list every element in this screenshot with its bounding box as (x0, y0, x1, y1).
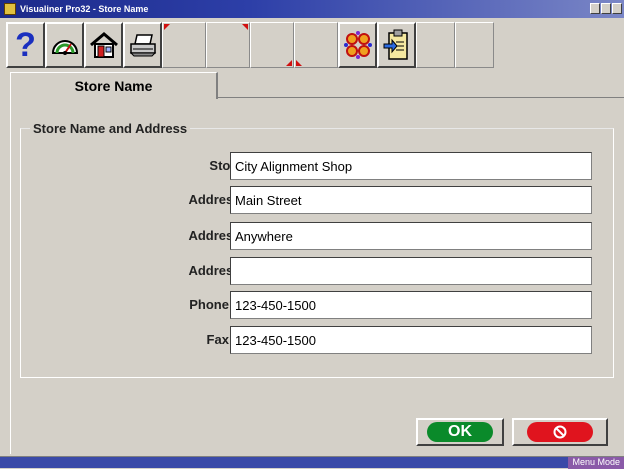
fax-number-input[interactable] (230, 326, 592, 354)
group-title: Store Name and Address (30, 121, 191, 136)
address-line-1-input[interactable] (230, 186, 592, 214)
window-controls (590, 3, 622, 15)
store-name-row: Store Name: (60, 152, 592, 180)
store-name-input[interactable] (230, 152, 592, 180)
toolbar-slot-4[interactable] (294, 22, 338, 68)
close-button[interactable] (612, 3, 622, 14)
marker-icon (242, 24, 248, 30)
tab-strip: Store Name (10, 72, 624, 99)
status-bar: Menu Mode (0, 456, 624, 469)
help-button[interactable]: ? (6, 22, 45, 68)
fax-number-row: Fax Number: (60, 326, 592, 354)
printer-icon (129, 34, 156, 57)
minimize-button[interactable] (590, 3, 600, 14)
print-button[interactable] (123, 22, 162, 68)
address-line-2-row: Address Line 2: (60, 222, 592, 250)
cancel-icon (553, 425, 567, 439)
marker-icon (286, 60, 292, 66)
toolbar: ? (6, 22, 618, 68)
app-icon (4, 3, 16, 15)
ok-button[interactable]: OK (416, 418, 504, 446)
title-bar: Visualiner Pro32 - Store Name (0, 0, 624, 18)
cancel-pill (527, 422, 593, 442)
phone-number-input[interactable] (230, 291, 592, 319)
gauge-button[interactable] (45, 22, 84, 68)
home-icon (89, 32, 118, 58)
mode-indicator: Menu Mode (568, 457, 624, 469)
toolbar-slot-6[interactable] (455, 22, 494, 68)
clipboard-button[interactable] (377, 22, 416, 68)
phone-number-row: Phone Number: (60, 291, 592, 319)
tab-store-name[interactable]: Store Name (10, 72, 218, 99)
home-button[interactable] (84, 22, 123, 68)
wheel-diagram-button[interactable] (338, 22, 377, 68)
toolbar-slot-5[interactable] (416, 22, 455, 68)
toolbar-slot-3[interactable] (250, 22, 294, 68)
wheel-diagram-icon (343, 31, 372, 59)
address-line-2-input[interactable] (230, 222, 592, 250)
ok-label: OK (427, 422, 493, 442)
marker-icon (296, 60, 302, 66)
address-line-3-row: Address Line 3: (60, 257, 592, 285)
toolbar-slot-1[interactable] (162, 22, 206, 68)
clipboard-icon (383, 29, 408, 60)
gauge-icon (51, 40, 78, 55)
address-line-3-input[interactable] (230, 257, 592, 285)
cancel-button[interactable] (512, 418, 608, 446)
address-line-1-row: Address Line 1: (60, 186, 592, 214)
window-title: Visualiner Pro32 - Store Name (20, 4, 149, 14)
maximize-button[interactable] (601, 3, 611, 14)
marker-icon (164, 24, 170, 30)
toolbar-slot-2[interactable] (206, 22, 250, 68)
help-icon: ? (15, 26, 36, 64)
